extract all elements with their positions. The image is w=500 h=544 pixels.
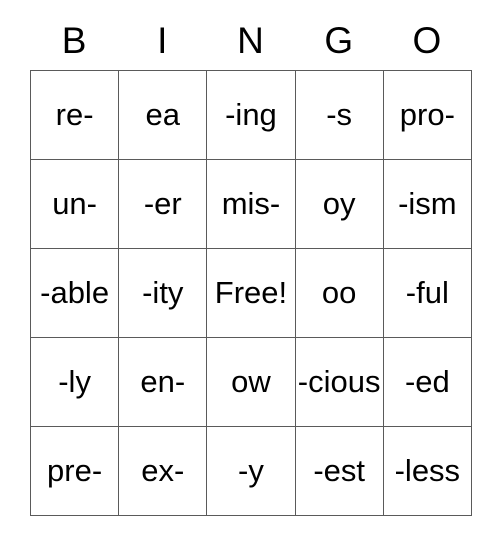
bingo-header-g: G bbox=[324, 19, 354, 61]
bingo-header-row: B I N G O bbox=[30, 10, 471, 70]
bingo-cell-o1[interactable]: pro- bbox=[382, 70, 472, 160]
bingo-cell-o4[interactable]: -ed bbox=[382, 337, 472, 427]
bingo-cell-n2[interactable]: mis- bbox=[206, 159, 296, 249]
bingo-cell-i1[interactable]: ea bbox=[118, 70, 208, 160]
bingo-cell-b2[interactable]: un- bbox=[29, 159, 120, 249]
bingo-cell-b3[interactable]: -able bbox=[29, 248, 120, 338]
bingo-cell-free-space[interactable]: Free! bbox=[206, 248, 296, 338]
bingo-cell-g3[interactable]: oo bbox=[294, 248, 384, 338]
bingo-row-1: re- ea -ing -s pro- bbox=[29, 70, 472, 160]
bingo-cell-g1[interactable]: -s bbox=[294, 70, 384, 160]
bingo-cell-o3[interactable]: -ful bbox=[382, 248, 472, 338]
bingo-header-i: I bbox=[157, 19, 168, 61]
bingo-cell-b4[interactable]: -ly bbox=[29, 337, 120, 427]
bingo-header-b: B bbox=[61, 19, 87, 61]
bingo-cell-g4[interactable]: -cious bbox=[294, 337, 384, 427]
bingo-cell-b1[interactable]: re- bbox=[29, 70, 120, 160]
bingo-card: B I N G O re- ea -ing -s pro- un- -er mi… bbox=[29, 10, 472, 516]
bingo-cell-b5[interactable]: pre- bbox=[29, 426, 120, 516]
bingo-cell-i2[interactable]: -er bbox=[118, 159, 208, 249]
bingo-row-2: un- -er mis- oy -ism bbox=[29, 159, 472, 249]
bingo-cell-n4[interactable]: ow bbox=[206, 337, 296, 427]
bingo-cell-o2[interactable]: -ism bbox=[382, 159, 472, 249]
bingo-cell-g5[interactable]: -est bbox=[294, 426, 384, 516]
bingo-cell-i4[interactable]: en- bbox=[118, 337, 208, 427]
bingo-cell-i3[interactable]: -ity bbox=[118, 248, 208, 338]
bingo-cell-g2[interactable]: oy bbox=[294, 159, 384, 249]
bingo-row-4: -ly en- ow -cious -ed bbox=[29, 337, 472, 427]
bingo-grid: re- ea -ing -s pro- un- -er mis- oy -ism… bbox=[29, 70, 472, 516]
bingo-cell-o5[interactable]: -less bbox=[382, 426, 472, 516]
bingo-cell-n1[interactable]: -ing bbox=[206, 70, 296, 160]
bingo-row-5: pre- ex- -y -est -less bbox=[29, 426, 472, 516]
bingo-cell-i5[interactable]: ex- bbox=[118, 426, 208, 516]
bingo-header-o: O bbox=[412, 19, 442, 61]
bingo-cell-n5[interactable]: -y bbox=[206, 426, 296, 516]
bingo-row-3: -able -ity Free! oo -ful bbox=[29, 248, 472, 338]
bingo-header-n: N bbox=[237, 19, 264, 61]
